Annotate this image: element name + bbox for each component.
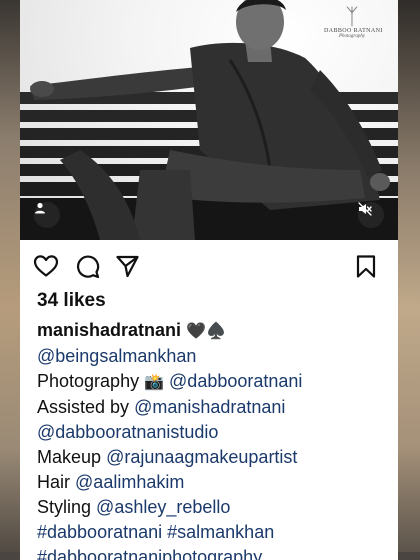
watermark-subtitle: Photography: [338, 34, 366, 39]
tagged-users-button[interactable]: [34, 202, 60, 228]
muted-speaker-icon: [358, 202, 372, 216]
user-icon: [35, 202, 45, 214]
likes-count[interactable]: 34 likes: [37, 290, 106, 312]
mention-link[interactable]: @manishadratnani: [134, 397, 285, 417]
camera-flash-emoji: 📸: [144, 374, 165, 391]
hashtag-link[interactable]: #salmankhan: [167, 522, 274, 542]
post-photo[interactable]: ᛉ DABBOO RATNANI Photography: [20, 0, 398, 240]
caption-label: Assisted by: [37, 397, 130, 417]
like-button[interactable]: [32, 252, 60, 280]
author-username[interactable]: manishadratnani: [37, 320, 181, 340]
comment-button[interactable]: [73, 252, 101, 280]
heart-icon: [33, 255, 59, 277]
photographer-watermark: ᛉ DABBOO RATNANI Photography: [324, 4, 382, 40]
comment-icon: [76, 255, 99, 278]
mention-link[interactable]: @rajunaagmakeupartist: [106, 447, 297, 467]
instagram-post: ᛉ DABBOO RATNANI Photography 34 likes ma…: [20, 0, 398, 560]
mention-link[interactable]: @dabbooratnanistudio: [37, 422, 218, 442]
bookmark-icon: [356, 254, 376, 278]
mention-link[interactable]: @dabbooratnani: [169, 371, 302, 391]
caption-label: Styling: [37, 497, 92, 517]
send-icon: [115, 255, 139, 277]
mention-link[interactable]: @ashley_rebello: [96, 497, 230, 517]
caption-header: manishadratnani 🖤♠️: [37, 318, 397, 344]
mute-button[interactable]: [358, 202, 384, 228]
caption-label: Makeup: [37, 447, 102, 467]
blurred-right-edge: [398, 0, 420, 560]
share-button[interactable]: [113, 252, 141, 280]
save-button[interactable]: [352, 252, 380, 280]
watermark-signature: ᛉ: [345, 4, 359, 29]
hashtag-link[interactable]: #dabbooratnaniphotography: [37, 547, 262, 560]
post-actions: [20, 252, 398, 280]
caption-label: Hair: [37, 472, 71, 492]
mention-link[interactable]: @beingsalmankhan: [37, 346, 196, 366]
hashtag-link[interactable]: #dabbooratnani: [37, 522, 162, 542]
caption-label: Photography: [37, 371, 140, 391]
blurred-left-edge: [0, 0, 20, 560]
post-caption: manishadratnani 🖤♠️ @beingsalmankhan Pho…: [37, 318, 397, 560]
author-emoji: 🖤♠️: [186, 323, 226, 340]
mention-link[interactable]: @aalimhakim: [75, 472, 184, 492]
